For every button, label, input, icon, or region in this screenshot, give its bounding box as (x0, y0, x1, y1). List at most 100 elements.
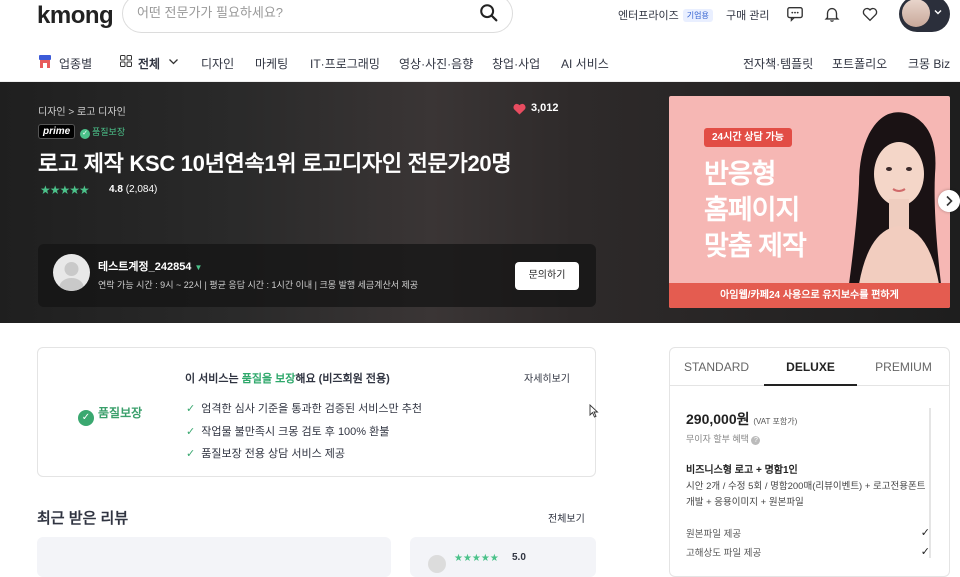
chevron-down-icon (934, 10, 942, 15)
nav-item-ai[interactable]: AI 서비스 (561, 55, 609, 72)
reviews-title: 최근 받은 리뷰 (37, 510, 129, 527)
chevron-down-icon[interactable] (168, 57, 179, 66)
seller-name-label: 테스트계정_242854 (98, 261, 192, 273)
top-header: kmong 엔터프라이즈기업용 구매 관리 업종별 전체 디자인 마케팅 IT·… (0, 0, 960, 82)
quality-badge-label: 품질보장 (92, 127, 126, 137)
tab-premium[interactable]: PREMIUM (857, 360, 949, 374)
ad-line: 홈페이지 (704, 195, 800, 225)
bell-icon[interactable] (823, 5, 841, 23)
mouse-cursor-icon (589, 404, 599, 418)
feature-label: 고해상도 파일 제공 (686, 548, 762, 559)
seller-card: 테스트계정_242854 ▼ 연락 가능 시간 : 9시 ~ 22시 | 평균 … (38, 244, 596, 307)
check-badge-icon: ✓ (80, 129, 90, 139)
nav-item-design[interactable]: 디자인 (201, 55, 234, 72)
quality-heading: 이 서비스는 품질을 보장해요 (비즈회원 전용) (185, 370, 390, 386)
review-card[interactable] (410, 537, 596, 577)
ad-pill: 24시간 상담 가능 (704, 128, 792, 147)
package-scrollbar[interactable] (929, 408, 931, 558)
quality-item: ✓ 엄격한 심사 기준을 통과한 검증된 서비스만 추천 (186, 400, 422, 416)
tab-standard[interactable]: STANDARD (670, 360, 763, 374)
nav-item-biz[interactable]: 크몽 Biz (908, 55, 950, 72)
rating-stars: ★★★★★ (40, 183, 90, 197)
nav-item-video[interactable]: 영상·사진·음향 (399, 55, 473, 72)
chevron-right-icon[interactable] (938, 190, 960, 212)
quality-guarantee-card: ✓ 품질보장 이 서비스는 품질을 보장해요 (비즈회원 전용) 자세히보기 ✓ 엄… (37, 347, 596, 477)
review-stars: ★★★★★ (454, 553, 499, 564)
heart-filled-icon[interactable] (513, 103, 526, 115)
purchase-management-link[interactable]: 구매 관리 (726, 7, 770, 23)
feature-label: 원본파일 제공 (686, 529, 742, 540)
quality-item-text: 작업물 불만족시 크몽 검토 후 100% 환불 (201, 426, 390, 438)
ad-bottom-text: 아임웹/카페24 사용으로 유지보수를 편하게 (669, 283, 950, 308)
avatar (902, 0, 930, 27)
reviewer-avatar (428, 555, 446, 573)
enterprise-badge: 기업용 (682, 9, 713, 22)
seller-avatar[interactable] (53, 254, 90, 291)
ad-banner[interactable]: 24시간 상담 가능 반응형 홈페이지 맞춤 제작 아임웹/카페24 사용으로 … (669, 96, 950, 308)
contact-button[interactable]: 문의하기 (515, 262, 579, 290)
nav-item-ebook[interactable]: 전자책·템플릿 (743, 55, 813, 72)
search-input[interactable] (137, 5, 467, 20)
service-title: 로고 제작 KSC 10년연속1위 로고디자인 전문가20명 (38, 151, 512, 176)
quality-heading-post: 해요 (비즈회원 전용) (295, 373, 390, 385)
shield-check-icon: ✓ (78, 410, 94, 426)
check-icon: ✓ (186, 403, 196, 415)
price-value: 290,000원 (686, 411, 750, 427)
quality-more-link[interactable]: 자세히보기 (524, 370, 570, 385)
review-score: 5.0 (512, 552, 526, 563)
package-description: 시안 2개 / 수정 5회 / 명함200매(리뷰이벤트) + 로고전용폰트개발… (686, 481, 926, 508)
chat-icon[interactable] (786, 5, 804, 23)
quality-item: ✓ 작업물 불만족시 크몽 검토 후 100% 환불 (186, 423, 389, 439)
kmong-logo[interactable]: kmong (37, 2, 114, 30)
search-bar[interactable] (122, 0, 513, 33)
grid-icon (120, 55, 132, 67)
rating-value: 4.8 (109, 184, 123, 195)
quality-heading-highlight: 품질을 보장 (241, 373, 296, 385)
user-placeholder-icon (59, 262, 84, 291)
heart-icon[interactable] (861, 5, 879, 23)
like-count: 3,012 (531, 102, 559, 114)
quality-badge: ✓ 품질보장 (80, 125, 125, 139)
seller-name[interactable]: 테스트계정_242854 ▼ (98, 258, 202, 274)
vat-note: (VAT 포함가) (753, 417, 798, 426)
package-panel: STANDARD DELUXE PREMIUM 290,000원 (VAT 포함… (669, 347, 950, 577)
breadcrumb[interactable]: 디자인 > 로고 디자인 (38, 103, 126, 118)
prime-badge: prime (38, 124, 76, 139)
installment-label: 무이자 할부 혜택 (686, 434, 749, 444)
quality-item-text: 품질보장 전용 상담 서비스 제공 (201, 448, 346, 460)
package-name: 비즈니스형 로고 + 명함1인 (686, 465, 798, 476)
seller-info: 연락 가능 시간 : 9시 ~ 22시 | 평균 응답 시간 : 1시간 이내 … (98, 280, 419, 290)
store-icon (39, 55, 51, 68)
service-hero: 디자인 > 로고 디자인 3,012 prime ✓ 품질보장 로고 제작 KSC… (0, 82, 960, 323)
quality-item-text: 엄격한 심사 기준을 통과한 검증된 서비스만 추천 (201, 403, 422, 415)
nav-item-startup[interactable]: 창업·사업 (492, 55, 540, 72)
package-price: 290,000원 (VAT 포함가) (686, 409, 797, 429)
package-feature: 고해상도 파일 제공 ✓ (686, 545, 934, 559)
tab-deluxe[interactable]: DELUXE (764, 360, 857, 374)
ad-line: 반응형 (704, 159, 777, 189)
reviews-more-link[interactable]: 전체보기 (548, 510, 585, 525)
installment-info[interactable]: 무이자 할부 혜택 ? (686, 432, 761, 445)
review-count: (2,084) (125, 184, 158, 195)
quality-label-text: 품질보장 (98, 406, 143, 420)
package-feature: 원본파일 제공 ✓ (686, 526, 934, 540)
caret-down-icon: ▼ (194, 263, 203, 272)
enterprise-label: 엔터프라이즈 (618, 10, 679, 22)
rating-summary: 4.8 (2,084) (109, 184, 157, 195)
category-nav: 업종별 전체 디자인 마케팅 IT·프로그래밍 영상·사진·음향 창업·사업 A… (0, 44, 960, 81)
check-icon: ✓ (186, 448, 196, 460)
nav-item-portfolio[interactable]: 포트폴리오 (832, 55, 887, 72)
nav-item-it[interactable]: IT·프로그래밍 (310, 55, 380, 72)
nav-all[interactable]: 전체 (138, 55, 160, 72)
quality-label: ✓ 품질보장 (78, 404, 142, 426)
package-tabs: STANDARD DELUXE PREMIUM (670, 348, 949, 386)
enterprise-link[interactable]: 엔터프라이즈 기업용 (618, 7, 713, 23)
quality-item: ✓ 품질보장 전용 상담 서비스 제공 (186, 445, 345, 461)
active-tab-indicator (764, 384, 857, 386)
nav-industry[interactable]: 업종별 (59, 55, 92, 72)
info-icon: ? (751, 436, 761, 445)
profile-menu[interactable] (899, 0, 950, 32)
nav-item-marketing[interactable]: 마케팅 (255, 55, 288, 72)
review-card[interactable] (37, 537, 391, 577)
search-icon[interactable] (478, 2, 500, 24)
